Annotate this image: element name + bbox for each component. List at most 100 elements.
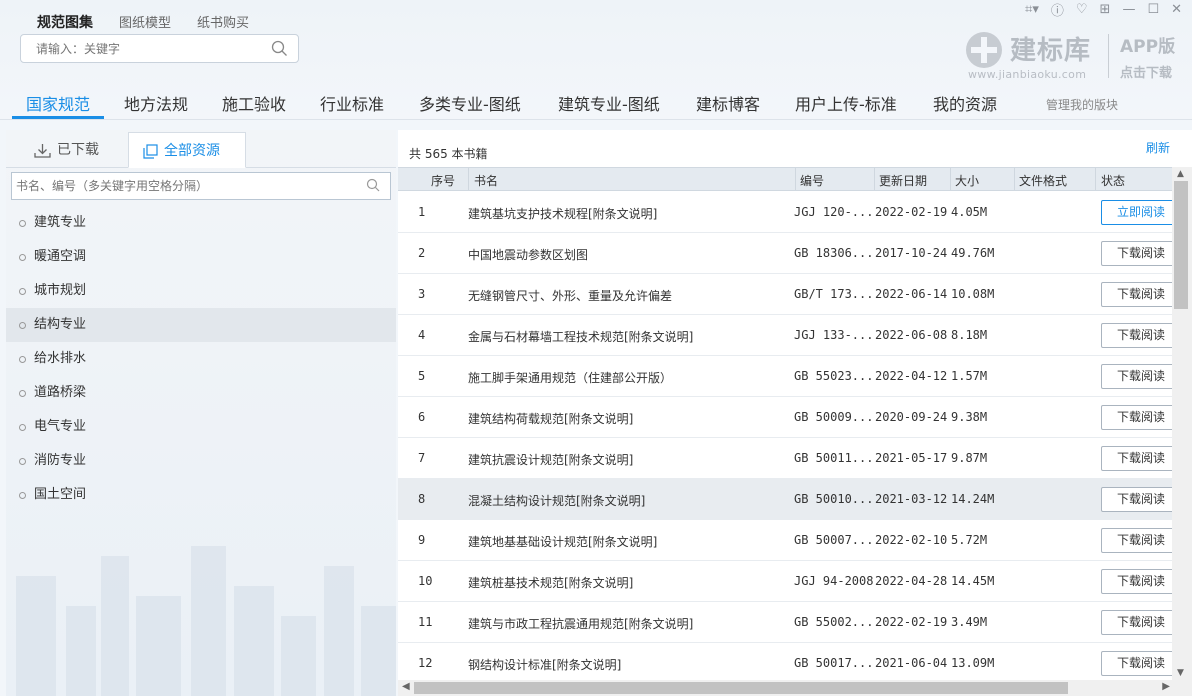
book-title: 建筑与市政工程抗震通用规范[附条文说明] — [468, 617, 694, 631]
book-search-input[interactable] — [12, 173, 352, 199]
brand-name: 建标库 — [1010, 36, 1092, 66]
search-icon[interactable] — [366, 178, 380, 192]
download-read-button[interactable]: 下载阅读 — [1101, 487, 1174, 512]
category-item[interactable]: 建筑专业 — [6, 206, 396, 240]
row-number: 6 — [418, 410, 426, 424]
book-title: 中国地震动参数区划图 — [468, 248, 589, 262]
download-read-button[interactable]: 下载阅读 — [1101, 569, 1174, 594]
maximize-icon[interactable]: ☐ — [1147, 2, 1159, 17]
category-item[interactable]: 国土空间 — [6, 478, 396, 512]
row-number: 11 — [418, 615, 433, 629]
nav-industry-standards[interactable]: 行业标准 — [320, 91, 384, 115]
top-search-input[interactable] — [21, 35, 251, 62]
nav-architecture-drawings[interactable]: 建筑专业-图纸 — [558, 91, 660, 115]
horizontal-scrollbar[interactable]: ◀ ▶ — [398, 680, 1192, 696]
download-read-button[interactable]: 下载阅读 — [1101, 610, 1174, 635]
nav-local-regulations[interactable]: 地方法规 — [124, 91, 188, 115]
scroll-up-icon[interactable]: ▲ — [1177, 169, 1184, 179]
tab-downloaded[interactable]: 已下载 — [34, 132, 99, 168]
top-search-box[interactable] — [20, 34, 299, 63]
category-item[interactable]: 电气专业 — [6, 410, 396, 444]
table-row[interactable]: 2 中国地震动参数区划图 GB 18306... 2017-10-24 49.76M 下载… — [398, 233, 1174, 274]
category-item[interactable]: 消防专业 — [6, 444, 396, 478]
book-title: 建筑抗震设计规范[附条文说明] — [468, 453, 634, 467]
row-number: 8 — [418, 492, 426, 506]
nav-national-standards[interactable]: 国家规范 — [26, 91, 90, 115]
grid-icon[interactable]: ⊞ — [1100, 2, 1111, 17]
download-read-button[interactable]: 下载阅读 — [1101, 405, 1174, 430]
app-download-link[interactable]: 点击下载 — [1120, 62, 1172, 81]
category-item[interactable]: 暖通空调 — [6, 240, 396, 274]
download-read-button[interactable]: 下载阅读 — [1101, 446, 1174, 471]
col-format[interactable]: 文件格式 — [1019, 172, 1067, 189]
scroll-down-icon[interactable]: ▼ — [1177, 668, 1184, 678]
row-number: 12 — [418, 656, 433, 670]
nav-blog[interactable]: 建标博客 — [696, 91, 760, 115]
nav-my-resources[interactable]: 我的资源 — [933, 91, 997, 115]
skin-icon[interactable]: ♡ — [1076, 2, 1088, 17]
category-item[interactable]: 给水排水 — [6, 342, 396, 376]
manage-sections-link[interactable]: 管理我的版块 — [1046, 96, 1118, 113]
horizontal-scroll-thumb[interactable] — [414, 682, 1068, 694]
category-item[interactable]: 结构专业 — [6, 308, 396, 342]
vertical-scroll-thumb[interactable] — [1174, 181, 1188, 309]
table-row[interactable]: 10 建筑桩基技术规范[附条文说明] JGJ 94-2008 2022-04-28 14… — [398, 561, 1174, 602]
table-row[interactable]: 3 无缝钢管尺寸、外形、重量及允许偏差 GB/T 173... 2022-06-14 1… — [398, 274, 1174, 315]
table-row[interactable]: 6 建筑结构荷载规范[附条文说明] GB 50009... 2020-09-24 9.3… — [398, 397, 1174, 438]
update-date: 2022-04-12 — [875, 369, 948, 383]
download-read-button[interactable]: 下载阅读 — [1101, 323, 1174, 348]
tab-book-purchase[interactable]: 纸书购买 — [197, 12, 249, 32]
book-code: GB 50010... — [794, 492, 874, 506]
col-status[interactable]: 状态 — [1101, 172, 1125, 189]
table-row[interactable]: 8 混凝土结构设计规范[附条文说明] GB 50010... 2021-03-12 14… — [398, 479, 1174, 520]
table-row[interactable]: 4 金属与石材幕墙工程技术规范[附条文说明] JGJ 133-... 2022-06-… — [398, 315, 1174, 356]
category-item[interactable]: 道路桥梁 — [6, 376, 396, 410]
download-icon — [34, 143, 51, 158]
read-now-button[interactable]: 立即阅读 — [1101, 200, 1174, 225]
table-row[interactable]: 7 建筑抗震设计规范[附条文说明] GB 50011... 2021-05-17 9.8… — [398, 438, 1174, 479]
col-code[interactable]: 编号 — [800, 172, 824, 189]
nav-construction-acceptance[interactable]: 施工验收 — [222, 91, 286, 115]
vertical-scrollbar[interactable]: ▲ ▼ — [1172, 167, 1192, 680]
file-size: 9.38M — [951, 410, 988, 424]
minimize-icon[interactable]: — — [1122, 2, 1135, 17]
download-read-button[interactable]: 下载阅读 — [1101, 364, 1174, 389]
tab-all-resources[interactable]: 全部资源 — [128, 132, 246, 168]
tab-standards-atlas[interactable]: 规范图集 — [37, 12, 93, 32]
file-size: 13.09M — [951, 656, 995, 670]
nav-user-uploads[interactable]: 用户上传-标准 — [795, 91, 897, 115]
brand-logo[interactable]: 建标库 www.jianbiaoku.com APP版 点击下载 — [966, 30, 1186, 86]
file-size: 10.08M — [951, 287, 995, 301]
row-number: 2 — [418, 246, 426, 260]
app-label: APP版 — [1120, 37, 1176, 57]
help-icon[interactable]: ⓘ — [1051, 0, 1064, 19]
left-search-box[interactable] — [11, 172, 391, 200]
book-code: JGJ 94-2008 — [794, 574, 874, 588]
book-title: 金属与石材幕墙工程技术规范[附条文说明] — [468, 330, 694, 344]
nav-multi-drawings[interactable]: 多类专业-图纸 — [419, 91, 521, 115]
col-number[interactable]: 序号 — [431, 172, 455, 189]
table-row[interactable]: 9 建筑地基基础设计规范[附条文说明] GB 50007... 2022-02-10 5… — [398, 520, 1174, 561]
table-row[interactable]: 12 钢结构设计标准[附条文说明] GB 50017... 2021-06-04 13.… — [398, 643, 1174, 680]
table-row[interactable]: 5 施工脚手架通用规范（住建部公开版） GB 55023... 2022-04-12 1… — [398, 356, 1174, 397]
refresh-link[interactable]: 刷新 — [1146, 139, 1170, 156]
scroll-left-icon[interactable]: ◀ — [402, 681, 410, 692]
tab-drawing-models[interactable]: 图纸模型 — [119, 12, 171, 32]
main-nav: 国家规范 地方法规 施工验收 行业标准 多类专业-图纸 建筑专业-图纸 建标博客… — [0, 86, 1192, 120]
download-read-button[interactable]: 下载阅读 — [1101, 651, 1174, 676]
col-title[interactable]: 书名 — [474, 172, 498, 189]
table-row[interactable]: 1 建筑基坑支护技术规程[附条文说明] JGJ 120-... 2022-02-19 4… — [398, 192, 1174, 233]
col-date[interactable]: 更新日期 — [879, 172, 927, 189]
close-icon[interactable]: ✕ — [1171, 2, 1182, 17]
col-size[interactable]: 大小 — [955, 172, 979, 189]
table-row[interactable]: 11 建筑与市政工程抗震通用规范[附条文说明] GB 55002... 2022-02… — [398, 602, 1174, 643]
scroll-right-icon[interactable]: ▶ — [1162, 681, 1170, 692]
download-read-button[interactable]: 下载阅读 — [1101, 282, 1174, 307]
download-read-button[interactable]: 下载阅读 — [1101, 241, 1174, 266]
brand-url: www.jianbiaoku.com — [968, 68, 1087, 81]
category-item[interactable]: 城市规划 — [6, 274, 396, 308]
copy-icon — [143, 143, 158, 159]
download-read-button[interactable]: 下载阅读 — [1101, 528, 1174, 553]
screenshot-icon[interactable]: ⌗▾ — [1025, 2, 1039, 17]
search-icon[interactable] — [271, 40, 288, 57]
